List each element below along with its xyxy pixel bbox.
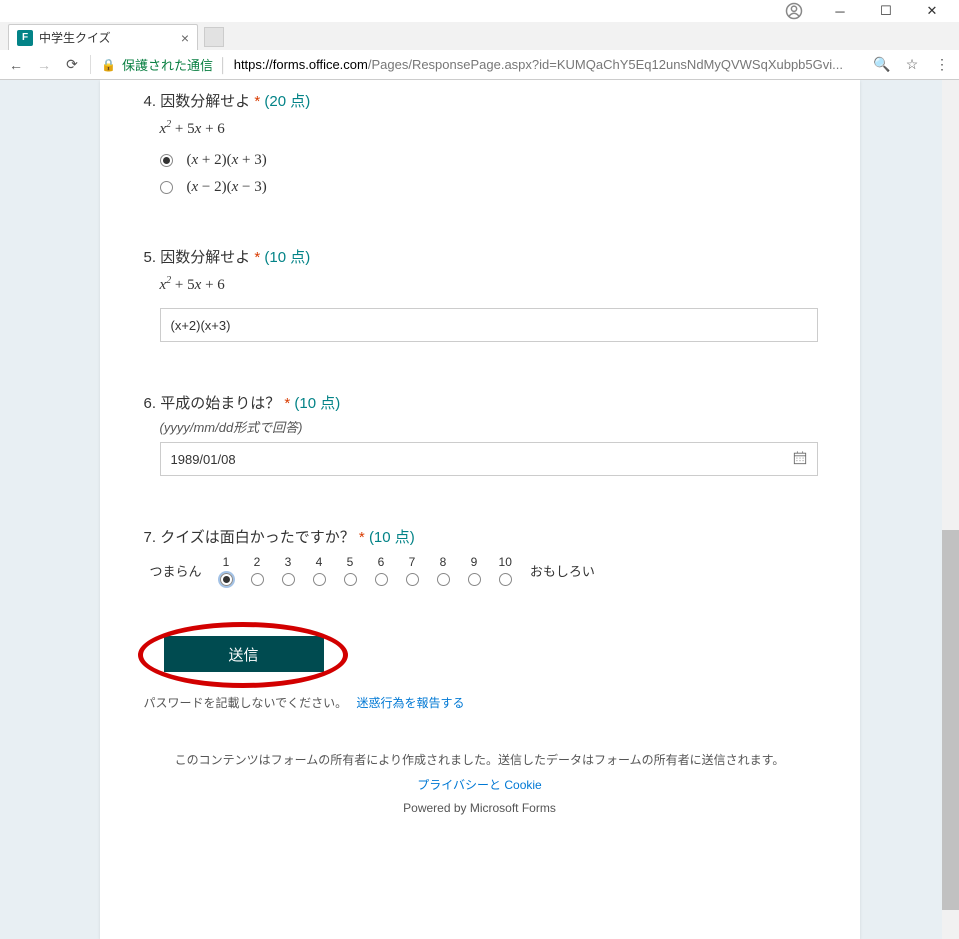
radio-icon[interactable] <box>251 573 264 586</box>
form-card: 4. 因数分解せよ * (20 点) x2 + 5x + 6 (x + 2)(x… <box>100 80 860 939</box>
secure-label: 保護された通信 <box>122 55 213 74</box>
url-field[interactable]: 🔒 保護された通信 │ https://forms.office.com/Pag… <box>90 55 863 74</box>
privacy-cookie-link[interactable]: プライバシーと Cookie <box>417 778 541 792</box>
rating-option-7[interactable]: 7 <box>406 555 419 586</box>
question-7: 7. クイズは面白かったですか？ * (10 点) つまらん 1 2 3 4 5… <box>144 526 816 586</box>
rating-right-label: おもしろい <box>530 561 595 580</box>
footer-powered-by: Powered by Microsoft Forms <box>144 801 816 815</box>
nav-reload-button[interactable]: ⟳ <box>62 56 82 73</box>
browser-address-bar: ← → ⟳ 🔒 保護された通信 │ https://forms.office.c… <box>0 50 959 80</box>
rating-option-5[interactable]: 5 <box>344 555 357 586</box>
rating-option-4[interactable]: 4 <box>313 555 326 586</box>
url-text: https://forms.office.com/Pages/ResponseP… <box>234 57 863 72</box>
radio-icon[interactable] <box>220 573 233 586</box>
question-6-title: 6. 平成の始まりは？ * (10 点) <box>144 392 816 413</box>
browser-tab[interactable]: F 中学生クイズ × <box>8 24 198 50</box>
page-background: 4. 因数分解せよ * (20 点) x2 + 5x + 6 (x + 2)(x… <box>0 80 959 939</box>
scrollbar-track[interactable] <box>942 80 959 939</box>
q4-option-2-label: (x − 2)(x − 3) <box>187 179 267 196</box>
chrome-menu-button[interactable]: ⋮ <box>931 56 953 73</box>
window-maximize-button[interactable]: ☐ <box>863 0 909 22</box>
q4-option-2[interactable]: (x − 2)(x − 3) <box>160 179 816 196</box>
radio-icon[interactable] <box>160 154 173 167</box>
zoom-icon[interactable]: 🔍 <box>871 56 893 73</box>
question-4: 4. 因数分解せよ * (20 点) x2 + 5x + 6 (x + 2)(x… <box>144 90 816 196</box>
q4-option-1[interactable]: (x + 2)(x + 3) <box>160 152 816 169</box>
page-viewport: 4. 因数分解せよ * (20 点) x2 + 5x + 6 (x + 2)(x… <box>0 80 959 939</box>
radio-icon[interactable] <box>499 573 512 586</box>
q4-option-1-label: (x + 2)(x + 3) <box>187 152 267 169</box>
rating-option-1[interactable]: 1 <box>220 555 233 586</box>
radio-icon[interactable] <box>160 181 173 194</box>
radio-icon[interactable] <box>468 573 481 586</box>
browser-tabbar: F 中学生クイズ × <box>0 22 959 50</box>
radio-icon[interactable] <box>406 573 419 586</box>
rating-left-label: つまらん <box>150 561 202 580</box>
lock-icon: 🔒 <box>101 58 116 72</box>
bookmark-star-icon[interactable]: ☆ <box>901 56 923 73</box>
question-7-title: 7. クイズは面白かったですか？ * (10 点) <box>144 526 816 547</box>
q5-answer-input[interactable] <box>160 308 818 342</box>
submit-wrap: 送信 <box>144 636 816 672</box>
window-close-button[interactable]: ✕ <box>909 0 955 22</box>
form-footer: このコンテンツはフォームの所有者により作成されました。送信したデータはフォームの… <box>144 751 816 815</box>
rating-option-9[interactable]: 9 <box>468 555 481 586</box>
rating-option-6[interactable]: 6 <box>375 555 388 586</box>
window-minimize-button[interactable]: ─ <box>817 0 863 22</box>
nav-forward-button[interactable]: → <box>34 57 54 73</box>
forms-favicon: F <box>17 30 33 46</box>
footer-disclaimer: このコンテンツはフォームの所有者により作成されました。送信したデータはフォームの… <box>144 751 816 768</box>
rating-option-8[interactable]: 8 <box>437 555 450 586</box>
nav-back-button[interactable]: ← <box>6 57 26 73</box>
calendar-icon[interactable] <box>793 451 807 468</box>
rating-option-2[interactable]: 2 <box>251 555 264 586</box>
radio-icon[interactable] <box>282 573 295 586</box>
report-abuse-link[interactable]: 迷惑行為を報告する <box>357 696 465 710</box>
password-notice: パスワードを記載しないでください。 迷惑行為を報告する <box>144 694 816 711</box>
window-titlebar: ─ ☐ ✕ <box>0 0 959 22</box>
scrollbar-thumb[interactable] <box>942 530 959 910</box>
question-5-title: 5. 因数分解せよ * (10 点) <box>144 246 816 267</box>
q6-date-value: 1989/01/08 <box>171 452 236 467</box>
question-6-hint: (yyyy/mm/dd形式で回答) <box>160 417 816 436</box>
radio-icon[interactable] <box>313 573 326 586</box>
rating-option-10[interactable]: 10 <box>499 555 512 586</box>
radio-icon[interactable] <box>344 573 357 586</box>
new-tab-button[interactable] <box>204 27 224 47</box>
question-6: 6. 平成の始まりは？ * (10 点) (yyyy/mm/dd形式で回答) 1… <box>144 392 816 476</box>
radio-icon[interactable] <box>437 573 450 586</box>
question-4-expression: x2 + 5x + 6 <box>160 119 816 138</box>
user-profile-icon[interactable] <box>771 2 817 20</box>
q6-date-input[interactable]: 1989/01/08 <box>160 442 818 476</box>
rating-option-3[interactable]: 3 <box>282 555 295 586</box>
submit-button[interactable]: 送信 <box>164 636 324 672</box>
question-4-title: 4. 因数分解せよ * (20 点) <box>144 90 816 111</box>
tab-title: 中学生クイズ <box>39 29 181 46</box>
tab-close-button[interactable]: × <box>181 30 189 46</box>
question-5-expression: x2 + 5x + 6 <box>160 275 816 294</box>
question-5: 5. 因数分解せよ * (10 点) x2 + 5x + 6 <box>144 246 816 342</box>
q7-rating-scale: つまらん 1 2 3 4 5 6 7 8 9 10 おもしろい <box>150 555 816 586</box>
radio-icon[interactable] <box>375 573 388 586</box>
